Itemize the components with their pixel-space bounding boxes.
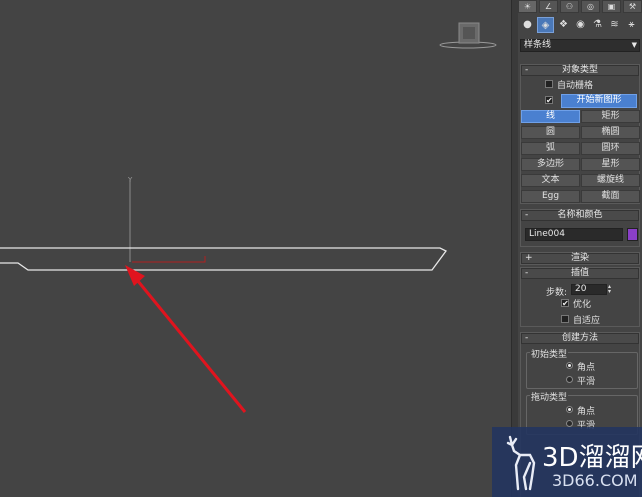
collapse-icon: - <box>525 210 529 220</box>
watermark: 3D溜溜网 3D66.COM <box>492 427 642 497</box>
rectangle-button[interactable]: 矩形 <box>581 110 640 123</box>
systems-icon[interactable]: ⚹ <box>624 17 639 31</box>
section-button[interactable]: 截面 <box>581 190 640 203</box>
optimize-label: 优化 <box>573 300 592 310</box>
auto-grid-label: 自动栅格 <box>557 81 594 91</box>
shapes-icon[interactable]: ◈ <box>537 17 554 33</box>
collapse-icon: - <box>525 65 529 75</box>
drag-smooth-radio[interactable] <box>566 420 573 427</box>
name-color-header[interactable]: - 名称和颜色 <box>521 210 639 221</box>
circle-button[interactable]: 圆 <box>521 126 580 139</box>
rendering-rollout: + 渲染 <box>520 252 640 265</box>
motion-tab-icon[interactable]: ◎ <box>581 0 600 13</box>
red-arrow-annotation <box>125 265 247 413</box>
category-dropdown[interactable]: 样条线 ▼ <box>520 39 640 52</box>
steps-input[interactable]: 20 <box>571 284 607 295</box>
modify-tab-icon[interactable]: ∠ <box>539 0 558 13</box>
helpers-icon[interactable]: ⚗ <box>590 17 605 31</box>
interpolation-header[interactable]: - 插值 <box>521 268 639 279</box>
watermark-title: 3D溜溜网 <box>542 443 642 473</box>
hierarchy-tab-icon[interactable]: ⚇ <box>560 0 579 13</box>
arc-button[interactable]: 弧 <box>521 142 580 155</box>
star-button[interactable]: 星形 <box>581 158 640 171</box>
helix-button[interactable]: 螺旋线 <box>581 174 640 187</box>
ngon-button[interactable]: 多边形 <box>521 158 580 171</box>
command-panel: ☀ ∠ ⚇ ◎ ▣ ⚒ ● ◈ ❖ ◉ ⚗ ≋ ⚹ 样条线 ▼ - 对象类型 自动… <box>518 0 642 497</box>
geometry-icon[interactable]: ● <box>520 17 535 31</box>
lights-icon[interactable]: ❖ <box>556 17 571 31</box>
egg-button[interactable]: Egg <box>521 190 580 203</box>
viewport-perspective[interactable]: Y <box>0 0 511 497</box>
initial-corner-label: 角点 <box>577 363 596 373</box>
axis-gizmo: Y <box>127 176 206 263</box>
adaptive-label: 自适应 <box>573 316 601 326</box>
object-type-rollout: - 对象类型 自动栅格 ✔ 开始新图形 线 矩形 圆 椭圆 弧 圆环 多边形 星形… <box>520 64 640 204</box>
start-new-shape-button[interactable]: 开始新图形 <box>561 94 637 108</box>
interpolation-rollout: - 插值 步数: 20 ▴ ▾ ✔ 优化 自适应 <box>520 267 640 327</box>
name-color-rollout: - 名称和颜色 Line004 <box>520 209 640 247</box>
object-type-header[interactable]: - 对象类型 <box>521 65 639 76</box>
axis-y-label: Y <box>127 176 133 184</box>
initial-type-label: 初始类型 <box>530 347 569 360</box>
drag-corner-radio[interactable] <box>566 406 573 413</box>
initial-corner-radio[interactable] <box>566 362 573 369</box>
adaptive-checkbox[interactable] <box>561 315 569 323</box>
optimize-checkbox[interactable]: ✔ <box>561 299 569 308</box>
object-color-swatch[interactable] <box>627 228 638 241</box>
object-name-input[interactable]: Line004 <box>525 228 623 241</box>
category-dropdown-value: 样条线 <box>524 40 552 50</box>
expand-icon: + <box>525 253 533 263</box>
create-tab-icon[interactable]: ☀ <box>518 0 537 13</box>
space-warps-icon[interactable]: ≋ <box>607 17 622 31</box>
display-tab-icon[interactable]: ▣ <box>602 0 621 13</box>
viewport-canvas[interactable]: Y <box>0 0 511 497</box>
deer-logo-icon <box>506 435 536 491</box>
collapse-icon: - <box>525 333 529 343</box>
steps-spinner-icon[interactable]: ▴ ▾ <box>608 284 615 295</box>
drag-corner-label: 角点 <box>577 407 596 417</box>
line-button[interactable]: 线 <box>521 110 580 123</box>
command-panel-tabs: ☀ ∠ ⚇ ◎ ▣ ⚒ <box>518 0 642 13</box>
auto-grid-checkbox[interactable] <box>545 80 553 88</box>
chevron-down-icon: ▼ <box>631 41 637 49</box>
utilities-tab-icon[interactable]: ⚒ <box>623 0 642 13</box>
initial-smooth-radio[interactable] <box>566 376 573 383</box>
spline-shape[interactable] <box>0 247 447 271</box>
watermark-url: 3D66.COM <box>552 471 638 490</box>
create-category-icons: ● ◈ ❖ ◉ ⚗ ≋ ⚹ <box>520 17 642 33</box>
rendering-header[interactable]: + 渲染 <box>521 253 639 264</box>
ellipse-button[interactable]: 椭圆 <box>581 126 640 139</box>
steps-label: 步数: <box>546 288 568 298</box>
creation-method-header[interactable]: - 创建方法 <box>521 333 639 344</box>
drag-type-label: 拖动类型 <box>530 390 569 403</box>
text-button[interactable]: 文本 <box>521 174 580 187</box>
cameras-icon[interactable]: ◉ <box>573 17 588 31</box>
view-cube-icon[interactable] <box>439 22 497 49</box>
collapse-icon: - <box>525 268 529 278</box>
initial-smooth-label: 平滑 <box>577 377 596 387</box>
start-new-shape-checkbox[interactable]: ✔ <box>545 96 553 105</box>
donut-button[interactable]: 圆环 <box>581 142 640 155</box>
